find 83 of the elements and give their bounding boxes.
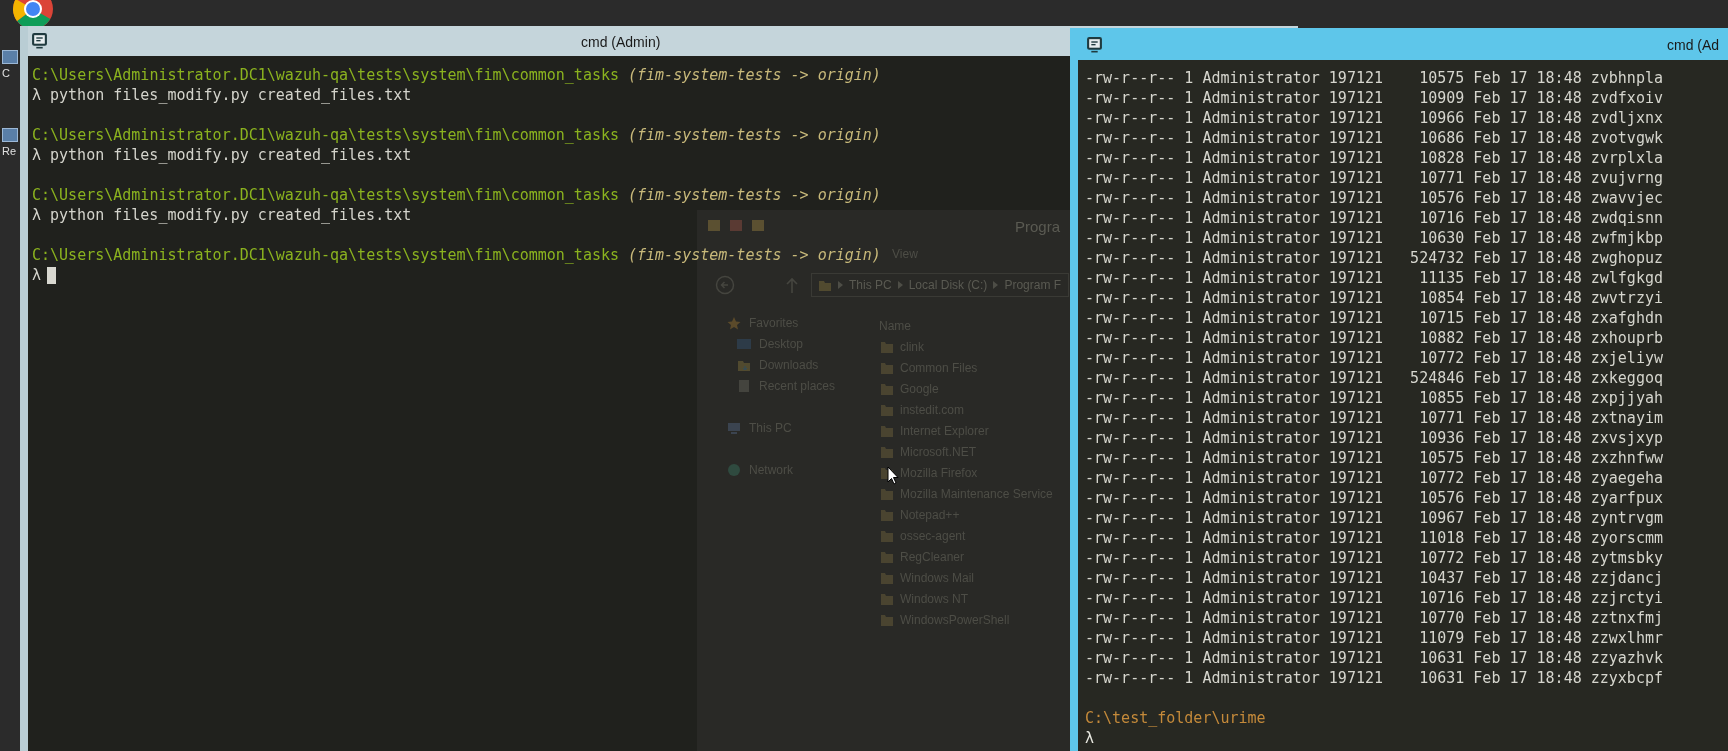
folder-icon: [881, 382, 893, 395]
command-text: python files_modify.py created_files.txt: [50, 145, 412, 165]
listing-line: -rw-r--r-- 1 Administrator 197121 10576 Feb 17 18:48 zyarfpux: [1085, 488, 1663, 508]
icon-label[interactable]: C: [2, 68, 10, 79]
toolbar-icon: [751, 218, 765, 232]
listing-line: -rw-r--r-- 1 Administrator 197121 10772 Feb 17 18:48 zyaegeha: [1085, 468, 1663, 488]
listing-line: -rw-r--r-- 1 Administrator 197121 10966 Feb 17 18:48 zvdljxnx: [1085, 108, 1663, 128]
listing-line: -rw-r--r-- 1 Administrator 197121 11135 Feb 17 18:48 zwlfgkgd: [1085, 268, 1663, 288]
chevron-icon: [993, 281, 999, 289]
listing-line: -rw-r--r-- 1 Administrator 197121 10967 Feb 17 18:48 zyntrvgm: [1085, 508, 1663, 528]
folder-icon: [881, 550, 893, 563]
prompt-symbol: λ: [32, 85, 42, 105]
listing-line: -rw-r--r-- 1 Administrator 197121 10575 Feb 17 18:48 zvbhnpla: [1085, 68, 1663, 88]
pc-icon: [727, 420, 741, 435]
folder-icon: [881, 403, 893, 416]
folder-icon: [881, 508, 893, 521]
toolbar-icon: [729, 218, 743, 232]
listing-line: -rw-r--r-- 1 Administrator 197121 10772 Feb 17 18:48 zxjeliyw: [1085, 348, 1663, 368]
folder-icon: [881, 571, 893, 584]
folder-icon: [818, 278, 832, 292]
prompt-symbol: λ: [32, 205, 42, 225]
prompt-path: C:\Users\Administrator.DC1\wazuh-qa\tests\system\fim\common_tasks: [32, 245, 619, 265]
terminal-icon: [31, 32, 48, 49]
listing-line: -rw-r--r-- 1 Administrator 197121 10909 Feb 17 18:48 zvdfxoiv: [1085, 88, 1663, 108]
listing-line: -rw-r--r-- 1 Administrator 197121 10437 Feb 17 18:48 zzjdancj: [1085, 568, 1663, 588]
listing-line: -rw-r--r-- 1 Administrator 197121 10686 Feb 17 18:48 zvotvgwk: [1085, 128, 1663, 148]
folder-icon: [881, 529, 893, 542]
mouse-pointer-icon: [887, 466, 899, 485]
folder-icon: [881, 340, 893, 353]
listing-line: -rw-r--r-- 1 Administrator 197121 10631 Feb 17 18:48 zzyazhvk: [1085, 648, 1663, 668]
listing-line: -rw-r--r-- 1 Administrator 197121 10854 Feb 17 18:48 zwvtrzyi: [1085, 288, 1663, 308]
listing-line: -rw-r--r-- 1 Administrator 197121 10715 Feb 17 18:48 zxafghdn: [1085, 308, 1663, 328]
icon-label[interactable]: Re: [2, 146, 17, 157]
prompt-symbol: λ: [32, 265, 42, 285]
chevron-icon: [897, 281, 903, 289]
listing-line: -rw-r--r-- 1 Administrator 197121 10630 Feb 17 18:48 zwfmjkbp: [1085, 228, 1663, 248]
branch-label: (fim-system-tests -> origin): [628, 125, 881, 145]
command-text: python files_modify.py created_files.txt: [50, 205, 412, 225]
listing-line: -rw-r--r-- 1 Administrator 197121 10716 Feb 17 18:48 zzjrctyi: [1085, 588, 1663, 608]
prompt-path: C:\Users\Administrator.DC1\wazuh-qa\tests\system\fim\common_tasks: [32, 125, 619, 145]
listing-line: -rw-r--r-- 1 Administrator 197121 10936 Feb 17 18:48 zxvsjxyp: [1085, 428, 1663, 448]
prompt-symbol: λ: [32, 145, 42, 165]
listing-line: -rw-r--r-- 1 Administrator 197121 10882 Feb 17 18:48 zxhouprb: [1085, 328, 1663, 348]
folder-icon: [881, 592, 893, 605]
listing-line: -rw-r--r-- 1 Administrator 197121 10828 Feb 17 18:48 zvrplxla: [1085, 148, 1663, 168]
listing-line: -rw-r--r-- 1 Administrator 197121 10575 Feb 17 18:48 zxzhnfww: [1085, 448, 1663, 468]
toolbar-icon: [707, 218, 721, 232]
branch-label: (fim-system-tests -> origin): [628, 245, 881, 265]
command-text: python files_modify.py created_files.txt: [50, 85, 412, 105]
chevron-icon: [838, 281, 843, 289]
up-arrow-icon: [785, 276, 799, 294]
listing-line: -rw-r--r-- 1 Administrator 197121 10771 Feb 17 18:48 zxtnayim: [1085, 408, 1663, 428]
shortcut-icon[interactable]: [2, 50, 18, 64]
screen-icon: [737, 336, 751, 351]
listing-line: -rw-r--r-- 1 Administrator 197121 524846 Feb 17 18:48 zxkeggoq: [1085, 368, 1663, 388]
prompt-path: C:\Users\Administrator.DC1\wazuh-qa\tests\system\fim\common_tasks: [32, 185, 619, 205]
branch-label: (fim-system-tests -> origin): [628, 65, 881, 85]
folder-icon: [881, 361, 893, 374]
listing-line: -rw-r--r-- 1 Administrator 197121 11018 Feb 17 18:48 zyorscmm: [1085, 528, 1663, 548]
listing-line: -rw-r--r-- 1 Administrator 197121 10716 Feb 17 18:48 zwdqisnn: [1085, 208, 1663, 228]
prompt-path: C:\test_folder\urime: [1085, 708, 1266, 728]
listing-line: -rw-r--r-- 1 Administrator 197121 10855 Feb 17 18:48 zxpjjyah: [1085, 388, 1663, 408]
terminal-icon: [1086, 36, 1103, 53]
globe-icon: [727, 462, 741, 477]
folder-icon: [881, 487, 893, 500]
branch-label: (fim-system-tests -> origin): [628, 185, 881, 205]
listing-line: -rw-r--r-- 1 Administrator 197121 10771 Feb 17 18:48 zvujvrng: [1085, 168, 1663, 188]
prompt-path: C:\Users\Administrator.DC1\wazuh-qa\tests\system\fim\common_tasks: [32, 65, 619, 85]
prompt-symbol: λ: [1085, 728, 1095, 748]
doc-icon: [737, 378, 751, 393]
window-title: cmd (Ad: [1667, 36, 1720, 55]
folder-icon: [881, 445, 893, 458]
folder-icon: [881, 613, 893, 626]
window-title: cmd (Admin): [581, 33, 661, 52]
listing-line: -rw-r--r-- 1 Administrator 197121 524732 Feb 17 18:48 zwghopuz: [1085, 248, 1663, 268]
shortcut-icon[interactable]: [2, 128, 18, 142]
folder-icon: [881, 424, 893, 437]
listing-line: -rw-r--r-- 1 Administrator 197121 11079 Feb 17 18:48 zzwxlhmr: [1085, 628, 1663, 648]
star-icon: [727, 315, 741, 330]
listing-line: -rw-r--r-- 1 Administrator 197121 10631 Feb 17 18:48 zzyxbcpf: [1085, 668, 1663, 688]
listing-line: -rw-r--r-- 1 Administrator 197121 10576 Feb 17 18:48 zwavvjec: [1085, 188, 1663, 208]
listing-line: -rw-r--r-- 1 Administrator 197121 10772 Feb 17 18:48 zytmsbky: [1085, 548, 1663, 568]
listing-line: -rw-r--r-- 1 Administrator 197121 10770 Feb 17 18:48 zztnxfmj: [1085, 608, 1663, 628]
